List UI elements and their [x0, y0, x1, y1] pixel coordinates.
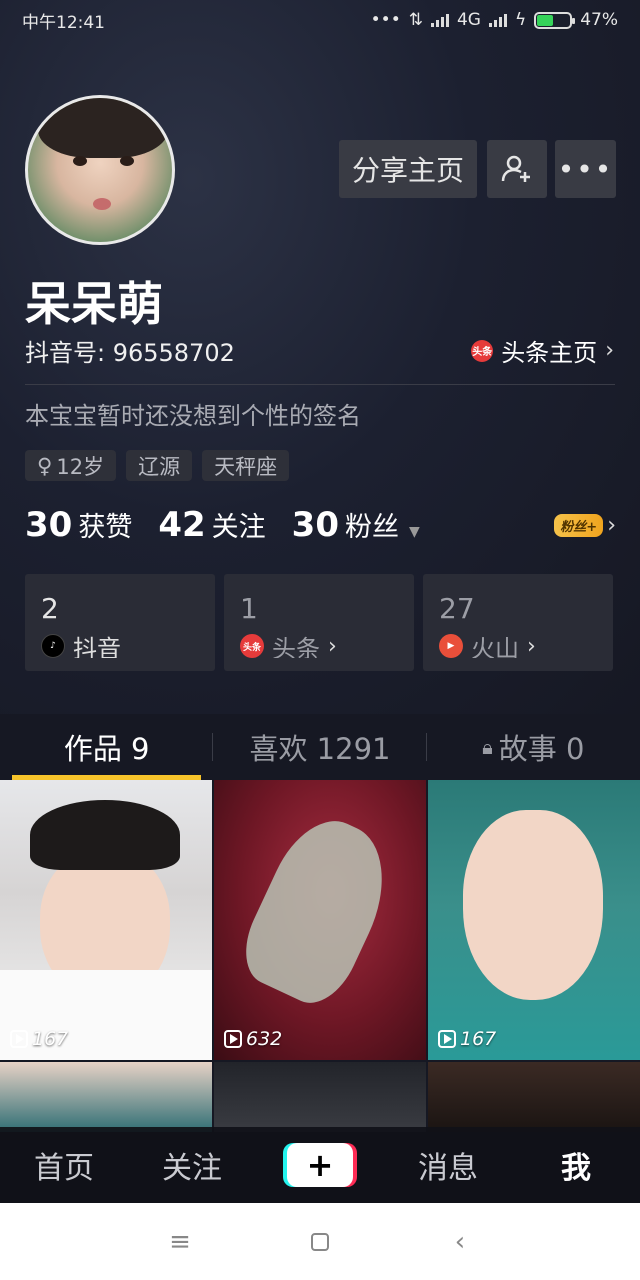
- status-bar: 中午12:41 ••• ⇅ 4G ϟ 47%: [0, 0, 640, 40]
- play-count: 167: [10, 1028, 68, 1050]
- nav-home[interactable]: 首页: [0, 1143, 128, 1187]
- add-user-icon: [501, 155, 530, 182]
- douyin-id: 抖音号: 96558702: [25, 339, 235, 367]
- share-profile-button[interactable]: 分享主页: [339, 140, 477, 198]
- location-tag: 辽源: [126, 450, 193, 481]
- system-navigation-bar: ≡ ‹: [0, 1203, 640, 1280]
- chevron-right-icon: ›: [607, 513, 616, 538]
- fans-plus-badge: 粉丝+: [554, 514, 604, 537]
- video-grid: 167 632 167: [0, 780, 640, 1132]
- status-time: 中午12:41: [22, 12, 105, 33]
- signature: 本宝宝暂时还没想到个性的签名: [25, 402, 361, 430]
- video-thumbnail[interactable]: 167: [0, 780, 212, 1060]
- nav-create[interactable]: +: [256, 1143, 384, 1187]
- content-tabs: 作品 9 喜欢 1291 🔒︎ 故事 0: [0, 714, 640, 780]
- video-thumbnail[interactable]: 632: [214, 780, 426, 1060]
- toutiao-card[interactable]: 1 头条 头条 ›: [224, 574, 414, 671]
- toutiao-homepage-link[interactable]: 头条 头条主页 ›: [471, 333, 614, 368]
- video-thumbnail[interactable]: [214, 1062, 426, 1132]
- toutiao-link-label: 头条主页: [501, 339, 598, 367]
- video-thumbnail[interactable]: 167: [428, 780, 640, 1060]
- chevron-right-icon: ›: [527, 634, 536, 658]
- toutiao-icon: 头条: [240, 634, 264, 658]
- add-friend-button[interactable]: [487, 140, 547, 198]
- menu-icon[interactable]: ≡: [160, 1222, 200, 1262]
- caret-down-icon: ▼: [408, 524, 420, 540]
- tab-works[interactable]: 作品 9: [0, 714, 213, 780]
- avatar[interactable]: [25, 95, 175, 245]
- nav-me[interactable]: 我: [512, 1143, 640, 1209]
- tab-likes[interactable]: 喜欢 1291: [213, 714, 426, 780]
- nav-messages[interactable]: 消息: [384, 1143, 512, 1187]
- gender-icon: ♀: [37, 453, 53, 478]
- more-button[interactable]: •••: [555, 140, 616, 198]
- age-tag: ♀ 12岁: [25, 450, 117, 481]
- lock-icon: 🔒︎: [482, 735, 493, 759]
- divider: [25, 384, 615, 385]
- nav-follow[interactable]: 关注: [128, 1143, 256, 1187]
- home-square-icon[interactable]: [300, 1222, 340, 1262]
- play-count: 632: [224, 1028, 282, 1050]
- data-transfer-icon: ⇅: [408, 10, 423, 30]
- video-thumbnail[interactable]: [0, 1062, 212, 1132]
- dots-icon: •••: [370, 10, 401, 30]
- bottom-navigation: 首页 关注 + 消息 我: [0, 1127, 640, 1209]
- battery-icon: [534, 11, 576, 29]
- tab-divider: [426, 733, 427, 761]
- huoshan-card[interactable]: 27 ▶ 火山 ›: [423, 574, 613, 671]
- platform-cards: 2 ♪ 抖音 1 头条 头条 › 27 ▶ 火山 ›: [25, 574, 613, 671]
- play-icon: [10, 1030, 28, 1048]
- profile-stats: 30 获赞 42 关注 30 粉丝 ▼: [25, 505, 420, 545]
- video-thumbnail[interactable]: [428, 1062, 640, 1132]
- battery-percent: 47%: [580, 10, 618, 30]
- chevron-right-icon: ›: [328, 634, 337, 658]
- play-icon: [224, 1030, 242, 1048]
- fans-stat[interactable]: 30 粉丝 ▼: [292, 505, 420, 545]
- play-icon: [438, 1030, 456, 1048]
- play-count: 167: [438, 1028, 496, 1050]
- huoshan-icon: ▶: [439, 634, 463, 658]
- chevron-right-icon: ›: [605, 338, 614, 363]
- tab-divider: [212, 733, 213, 761]
- following-stat[interactable]: 42 关注: [158, 505, 265, 545]
- network-type: 4G: [456, 10, 481, 30]
- toutiao-icon: 头条: [471, 339, 494, 362]
- signal-icon-2: [488, 13, 507, 27]
- douyin-icon: ♪: [41, 634, 65, 658]
- profile-tags: ♀ 12岁 辽源 天秤座: [25, 450, 290, 481]
- zodiac-tag: 天秤座: [202, 450, 290, 481]
- profile-name: 呆呆萌: [25, 277, 163, 331]
- charging-icon: ϟ: [514, 10, 527, 30]
- signal-icon: [430, 13, 449, 27]
- tab-stories[interactable]: 🔒︎ 故事 0: [427, 714, 640, 780]
- fans-plus-button[interactable]: 粉丝+ ›: [554, 513, 616, 538]
- douyin-card[interactable]: 2 ♪ 抖音: [25, 574, 215, 671]
- likes-stat: 30 获赞: [25, 505, 133, 545]
- plus-icon: +: [287, 1143, 353, 1187]
- back-icon[interactable]: ‹: [440, 1222, 480, 1262]
